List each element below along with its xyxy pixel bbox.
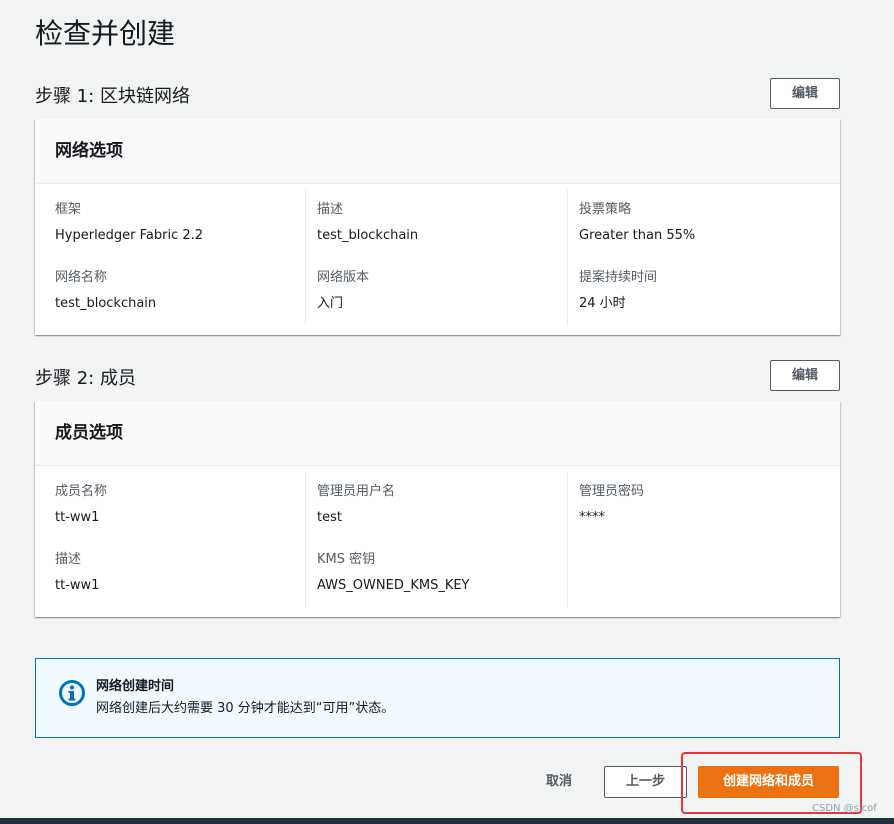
network-edition-value: 入门 bbox=[317, 296, 344, 311]
network-options-column-3: 投票策略 Greater than 55% 提案持续时间 24 小时 bbox=[567, 190, 829, 326]
admin-username-label: 管理员用户名 bbox=[317, 484, 396, 499]
admin-password-value: **** bbox=[579, 510, 605, 525]
alert-title: 网络创建时间 bbox=[96, 679, 175, 694]
member-description-value: tt-ww1 bbox=[55, 578, 100, 593]
member-options-column-2: 管理员用户名 test KMS 密钥 AWS_OWNED_KMS_KEY bbox=[305, 472, 567, 608]
member-name-label: 成员名称 bbox=[55, 484, 108, 499]
network-options-card: 网络选项 框架 Hyperledger Fabric 2.2 网络名称 test… bbox=[35, 119, 840, 335]
member-options-column-1: 成员名称 tt-ww1 描述 tt-ww1 bbox=[55, 472, 305, 608]
member-name-value: tt-ww1 bbox=[55, 510, 100, 525]
previous-button[interactable]: 上一步 bbox=[604, 766, 687, 798]
framework-label: 框架 bbox=[55, 202, 82, 217]
admin-password-label: 管理员密码 bbox=[579, 484, 645, 499]
create-network-and-member-button[interactable]: 创建网络和成员 bbox=[698, 766, 839, 798]
kms-key-label: KMS 密钥 bbox=[317, 552, 376, 567]
description-value: test_blockchain bbox=[317, 228, 419, 243]
info-icon bbox=[58, 679, 86, 707]
network-name-value: test_blockchain bbox=[55, 296, 157, 311]
network-options-column-2: 描述 test_blockchain 网络版本 入门 bbox=[305, 190, 567, 326]
member-description-label: 描述 bbox=[55, 552, 82, 567]
framework-value: Hyperledger Fabric 2.2 bbox=[55, 228, 204, 243]
voting-policy-value: Greater than 55% bbox=[579, 228, 696, 243]
step-2-header: 步骤 2: 成员 bbox=[35, 368, 136, 389]
network-edition-label: 网络版本 bbox=[317, 270, 370, 285]
network-name-label: 网络名称 bbox=[55, 270, 108, 285]
proposal-duration-label: 提案持续时间 bbox=[579, 270, 658, 285]
edit-step-1-button[interactable]: 编辑 bbox=[770, 78, 840, 109]
member-options-card: 成员选项 成员名称 tt-ww1 描述 tt-ww1 管理员用户名 test K… bbox=[35, 401, 840, 617]
cancel-button[interactable]: 取消 bbox=[530, 766, 588, 797]
admin-username-value: test bbox=[317, 510, 342, 525]
network-options-column-1: 框架 Hyperledger Fabric 2.2 网络名称 test_bloc… bbox=[55, 190, 305, 326]
card-title-network-options: 网络选项 bbox=[35, 119, 840, 184]
page-title: 检查并创建 bbox=[35, 17, 176, 50]
voting-policy-label: 投票策略 bbox=[579, 202, 632, 217]
proposal-duration-value: 24 小时 bbox=[579, 296, 626, 311]
network-options-body: 框架 Hyperledger Fabric 2.2 网络名称 test_bloc… bbox=[35, 184, 840, 335]
description-label: 描述 bbox=[317, 202, 344, 217]
network-creation-time-alert: 网络创建时间 网络创建后大约需要 30 分钟才能达到“可用”状态。 bbox=[35, 658, 840, 738]
step-1-header: 步骤 1: 区块链网络 bbox=[35, 86, 190, 107]
member-options-column-3: 管理员密码 **** bbox=[567, 472, 829, 608]
watermark: CSDN @sicof bbox=[812, 803, 877, 814]
card-title-member-options: 成员选项 bbox=[35, 401, 840, 466]
member-options-body: 成员名称 tt-ww1 描述 tt-ww1 管理员用户名 test KMS 密钥… bbox=[35, 466, 840, 617]
alert-text: 网络创建后大约需要 30 分钟才能达到“可用”状态。 bbox=[96, 701, 395, 716]
edit-step-2-button[interactable]: 编辑 bbox=[770, 360, 840, 391]
bottom-bar bbox=[0, 818, 894, 824]
kms-key-value: AWS_OWNED_KMS_KEY bbox=[317, 578, 470, 593]
